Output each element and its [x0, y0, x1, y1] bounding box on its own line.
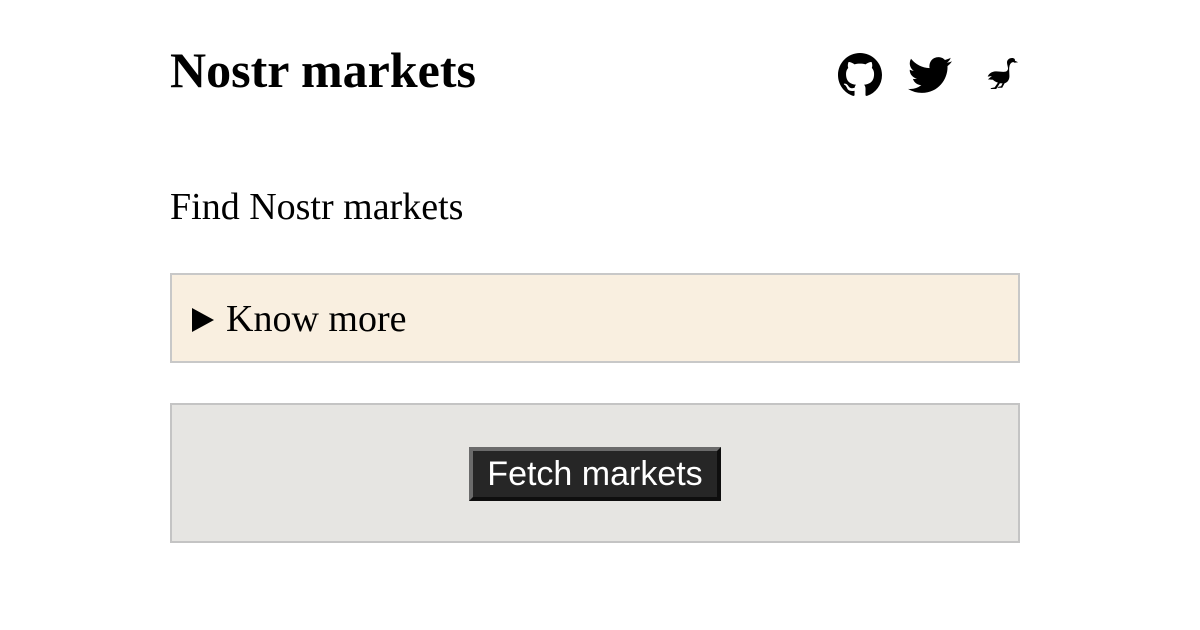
twitter-link[interactable]	[908, 53, 952, 97]
know-more-details: Know more	[170, 273, 1020, 363]
github-link[interactable]	[838, 53, 882, 97]
nostr-link[interactable]	[978, 53, 1022, 97]
know-more-label: Know more	[226, 298, 407, 340]
disclosure-triangle-icon	[192, 308, 214, 333]
twitter-icon	[908, 57, 952, 93]
fetch-markets-button[interactable]: Fetch markets	[469, 447, 721, 501]
fetch-panel: Fetch markets	[170, 403, 1020, 543]
page-title: Nostr markets	[170, 42, 476, 98]
github-icon	[838, 53, 882, 96]
know-more-summary[interactable]: Know more	[192, 296, 406, 342]
intro-text: Find Nostr markets	[170, 186, 464, 228]
social-links	[838, 53, 1020, 97]
nostr-ostrich-icon	[987, 58, 1019, 89]
